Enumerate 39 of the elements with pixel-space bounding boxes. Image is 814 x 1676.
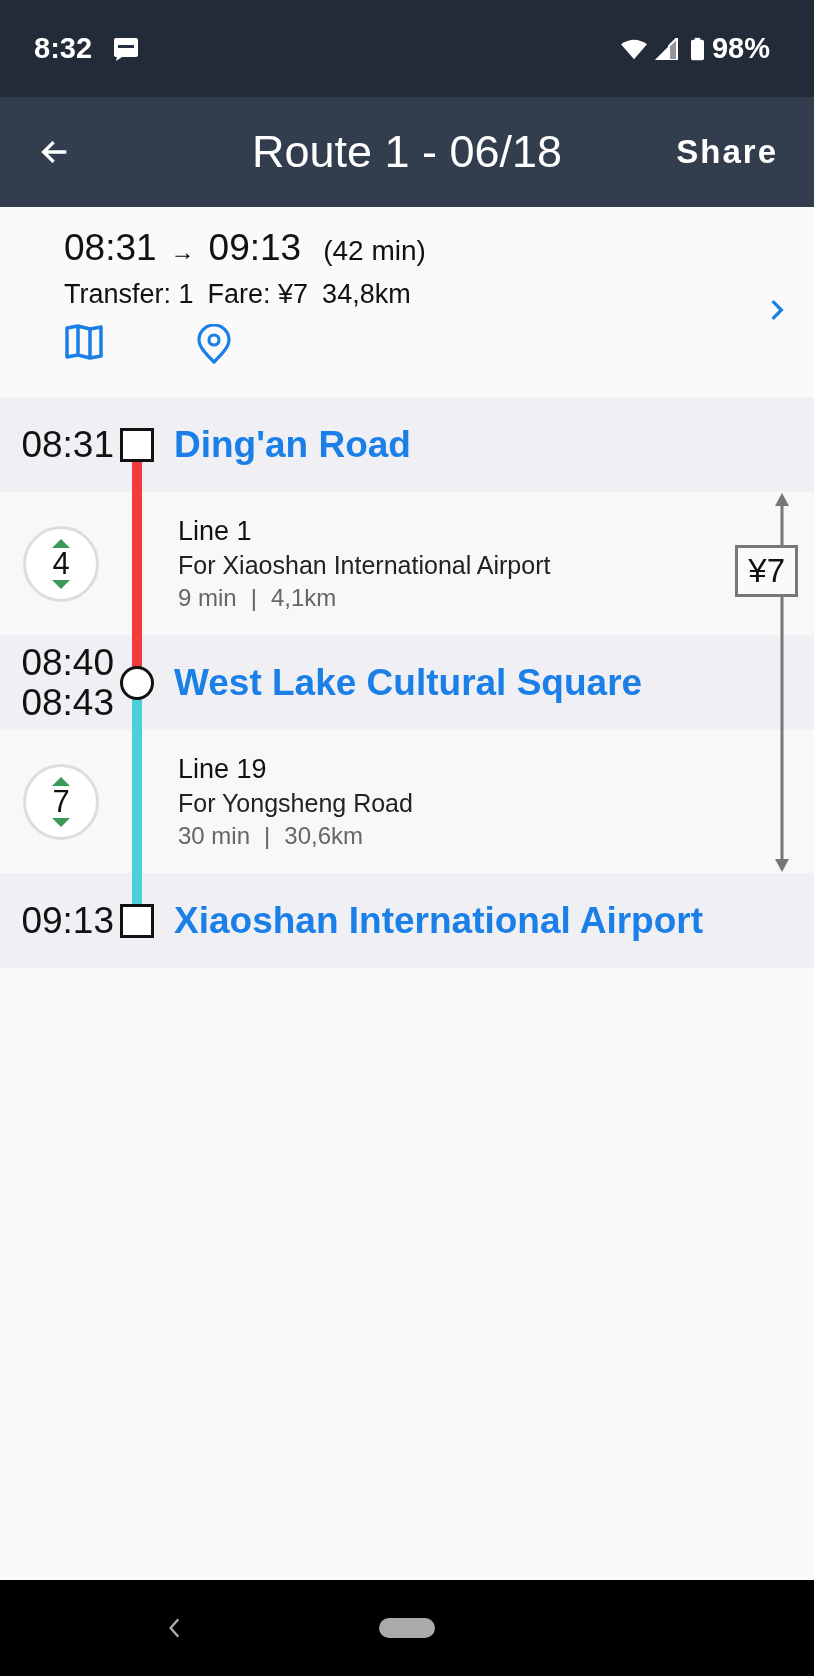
battery-level: 98% — [711, 32, 770, 65]
stop-count-badge: 4 — [23, 525, 99, 602]
duration-text: (42 min) — [323, 235, 426, 267]
distance-text: 34,8km — [322, 279, 411, 310]
arrive-time: 09:13 — [208, 227, 302, 269]
stop-count-badge: 7 — [23, 763, 99, 840]
station-name[interactable]: Xiaoshan International Airport — [174, 899, 704, 942]
station-name[interactable]: West Lake Cultural Square — [174, 661, 643, 704]
chat-app-icon — [112, 35, 141, 62]
chevron-right-icon — [770, 299, 784, 321]
share-button[interactable]: Share — [670, 127, 784, 177]
depart-time: 08:31 — [64, 227, 157, 269]
station-name[interactable]: Ding'an Road — [174, 423, 411, 466]
status-time: 8:32 — [34, 32, 93, 65]
screen-title: Route 1 - 06/18 — [251, 126, 563, 178]
transfer-count: Transfer: 1 — [64, 279, 194, 310]
fare-label: ¥7 — [735, 545, 798, 597]
line-name: Line 19 — [178, 753, 268, 785]
leg-duration: 30 min — [178, 821, 251, 850]
fare-text: Fare: ¥7 — [207, 279, 309, 310]
station-time: 09:13 — [21, 900, 114, 941]
station-time: 08:31 — [21, 424, 114, 465]
separator-glyph: | — [250, 583, 257, 612]
battery-icon — [690, 36, 704, 61]
home-pill[interactable] — [379, 1618, 435, 1638]
line-name: Line 1 — [178, 515, 253, 547]
leg-distance: 4,1km — [270, 583, 337, 612]
back-chevron-icon[interactable] — [168, 1617, 182, 1639]
map-icon[interactable] — [64, 324, 104, 360]
location-pin-icon[interactable] — [196, 324, 232, 364]
separator-glyph: | — [264, 821, 271, 850]
arrow-glyph: → — [170, 238, 195, 266]
wifi-icon — [620, 37, 647, 60]
leg-duration: 9 min — [178, 583, 237, 612]
station-time: 08:40 — [21, 642, 114, 683]
station-time: 08:43 — [21, 682, 114, 723]
line-direction: For Xiaoshan International Airport — [178, 550, 551, 580]
line-direction: For Yongsheng Road — [178, 788, 413, 818]
leg-distance: 30,6km — [284, 821, 363, 850]
